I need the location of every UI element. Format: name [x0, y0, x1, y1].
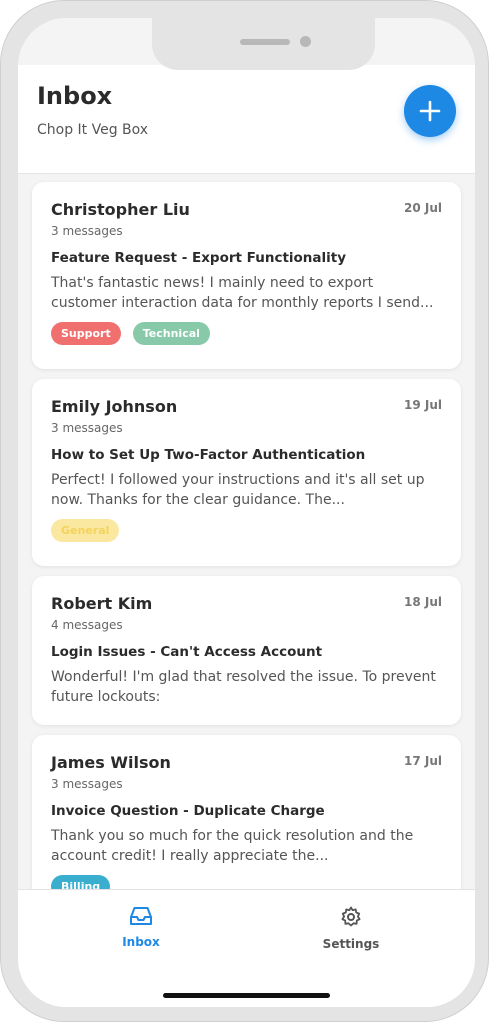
tab-settings-label: Settings — [322, 937, 380, 951]
tab-inbox-label: Inbox — [122, 935, 160, 949]
plus-icon — [419, 100, 441, 122]
conversation-preview: That's fantastic news! I mainly need to … — [51, 275, 434, 311]
message-count: 4 messages — [51, 618, 123, 632]
conversation-preview: Perfect! I followed your instructions an… — [51, 472, 425, 508]
inbox-icon — [130, 907, 152, 925]
tag-support[interactable]: Support — [51, 322, 121, 345]
inbox-header: Inbox Chop It Veg Box — [18, 65, 475, 174]
conversation-subject: Invoice Question - Duplicate Charge — [51, 803, 325, 819]
conversation-preview: Thank you so much for the quick resoluti… — [51, 828, 414, 864]
conversation-card[interactable]: James Wilson 3 messages 17 Jul Invoice Q… — [32, 735, 461, 889]
conversation-card[interactable]: Robert Kim 4 messages 18 Jul Login Issue… — [32, 576, 461, 725]
conversation-subject: Feature Request - Export Functionality — [51, 250, 347, 266]
conversation-subject: How to Set Up Two-Factor Authentication — [51, 447, 366, 463]
sender-name: Christopher Liu — [51, 200, 190, 219]
device-notch — [152, 18, 375, 70]
conversation-date: 17 Jul — [404, 754, 442, 768]
tag-list: Support Technical — [51, 322, 210, 345]
conversation-subject: Login Issues - Can't Access Account — [51, 644, 323, 660]
device-frame: Inbox Chop It Veg Box Christopher Liu 3 … — [0, 0, 489, 1022]
conversation-date: 19 Jul — [404, 398, 442, 412]
tab-inbox[interactable]: Inbox — [81, 905, 201, 949]
conversation-card[interactable]: Christopher Liu 3 messages 20 Jul Featur… — [32, 182, 461, 369]
message-count: 3 messages — [51, 224, 123, 238]
front-camera — [300, 36, 311, 47]
message-count: 3 messages — [51, 421, 123, 435]
page-title: Inbox — [37, 82, 113, 110]
tag-list: General — [51, 519, 120, 542]
conversation-list[interactable]: Christopher Liu 3 messages 20 Jul Featur… — [18, 174, 475, 889]
message-count: 3 messages — [51, 777, 123, 791]
sender-name: Robert Kim — [51, 594, 153, 613]
home-indicator — [163, 993, 330, 998]
page-subtitle: Chop It Veg Box — [37, 122, 149, 138]
bottom-tab-bar: Inbox Settings — [18, 889, 475, 1007]
gear-icon — [341, 906, 361, 927]
tab-settings[interactable]: Settings — [291, 905, 411, 951]
conversation-date: 18 Jul — [404, 595, 442, 609]
speaker-grille — [240, 39, 290, 45]
conversation-date: 20 Jul — [404, 201, 442, 215]
tag-technical[interactable]: Technical — [132, 322, 210, 345]
conversation-preview: Wonderful! I'm glad that resolved the is… — [51, 669, 436, 705]
conversation-card[interactable]: Emily Johnson 3 messages 19 Jul How to S… — [32, 379, 461, 566]
sender-name: James Wilson — [51, 753, 171, 772]
tag-list: Billing — [51, 875, 111, 889]
compose-button[interactable] — [404, 85, 456, 137]
tag-billing[interactable]: Billing — [51, 875, 111, 889]
tag-general[interactable]: General — [51, 519, 120, 542]
app-screen: Inbox Chop It Veg Box Christopher Liu 3 … — [18, 18, 475, 1007]
sender-name: Emily Johnson — [51, 397, 178, 416]
